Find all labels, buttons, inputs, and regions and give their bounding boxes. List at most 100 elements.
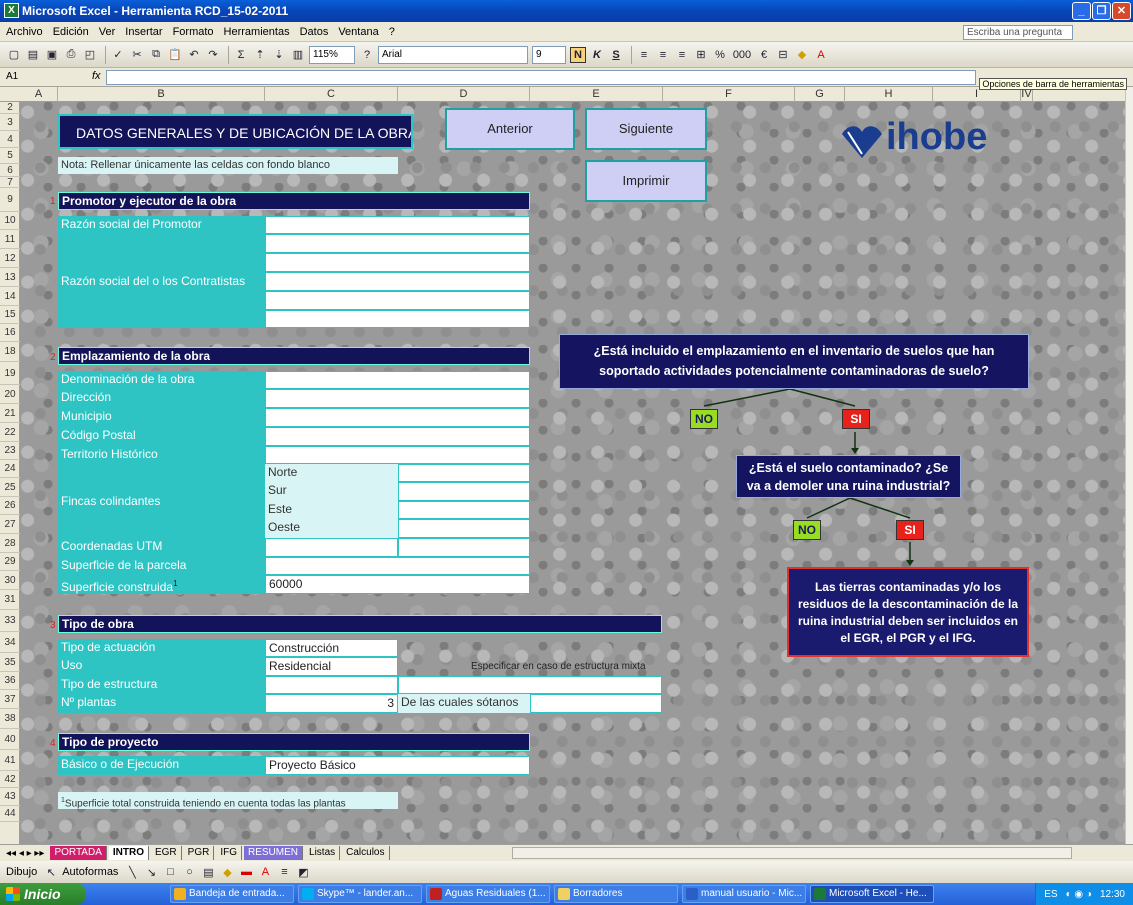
tab-ifg[interactable]: IFG	[216, 846, 242, 860]
row-header[interactable]: 5	[0, 148, 20, 164]
tab-portada[interactable]: PORTADA	[50, 846, 107, 860]
row-header[interactable]: 35	[0, 653, 20, 672]
tab-nav-icon[interactable]: ◂◂ ◂ ▸ ▸▸	[0, 848, 50, 859]
row-header[interactable]: 9	[0, 188, 20, 212]
copy-icon[interactable]: ⧉	[148, 47, 164, 63]
save-icon[interactable]: ▣	[44, 47, 60, 63]
row-header[interactable]: 23	[0, 442, 20, 460]
print-icon[interactable]: ⎙	[63, 47, 79, 63]
row-header[interactable]: 18	[0, 342, 20, 362]
shadow-icon[interactable]: ◩	[295, 864, 311, 880]
tab-pgr[interactable]: PGR	[184, 846, 215, 860]
sort-desc-icon[interactable]: ⇣	[271, 47, 287, 63]
tab-calculos[interactable]: Calculos	[342, 846, 390, 860]
euro-button[interactable]: €	[756, 47, 772, 63]
row-header[interactable]: 11	[0, 230, 20, 249]
column-header[interactable]: G	[795, 87, 845, 102]
fill-color-icon[interactable]: ◆	[794, 47, 810, 63]
cut-icon[interactable]: ✂	[129, 47, 145, 63]
column-header[interactable]: D	[398, 87, 530, 102]
autoformas-menu[interactable]: Autoformas	[62, 866, 118, 878]
menu-ver[interactable]: Ver	[99, 26, 116, 38]
column-header[interactable]: C	[265, 87, 398, 102]
row-header[interactable]: 4	[0, 131, 20, 148]
worksheet[interactable]: DATOS GENERALES Y DE UBICACIÓN DE LA OBR…	[20, 102, 1125, 844]
tray-icons[interactable]: ◐ ◉ ◑	[1066, 889, 1092, 900]
language-indicator[interactable]: ES	[1044, 889, 1057, 900]
select-pointer-icon[interactable]: ↖	[43, 864, 59, 880]
row-header[interactable]: 16	[0, 324, 20, 342]
row-header[interactable]: 10	[0, 212, 20, 230]
minimize-button[interactable]: _	[1072, 2, 1091, 20]
font-color-icon[interactable]: A	[813, 47, 829, 63]
oval-icon[interactable]: ○	[181, 864, 197, 880]
textbox-icon[interactable]: ▤	[200, 864, 216, 880]
column-header[interactable]: B	[58, 87, 265, 102]
task-bandeja[interactable]: Bandeja de entrada...	[170, 885, 294, 903]
tab-egr[interactable]: EGR	[151, 846, 182, 860]
underline-button[interactable]: S	[608, 47, 624, 63]
function-icon[interactable]: fx	[92, 70, 101, 82]
spellcheck-icon[interactable]: ✓	[110, 47, 126, 63]
row-header[interactable]: 34	[0, 632, 20, 653]
row-header[interactable]: 42	[0, 771, 20, 788]
row-header[interactable]: 38	[0, 709, 20, 729]
autosum-icon[interactable]: Σ	[233, 47, 249, 63]
tab-intro[interactable]: INTRO	[108, 846, 149, 860]
column-header[interactable]: A	[20, 87, 58, 102]
menu-formato[interactable]: Formato	[173, 26, 214, 38]
tab-listas[interactable]: Listas	[305, 846, 341, 860]
fill-color-icon[interactable]: ◆	[219, 864, 235, 880]
maximize-button[interactable]: ❐	[1092, 2, 1111, 20]
align-left-icon[interactable]: ≡	[636, 47, 652, 63]
cell-reference[interactable]: A1	[6, 71, 18, 82]
row-header[interactable]: 43	[0, 788, 20, 806]
ask-question-input[interactable]: Escriba una pregunta	[963, 25, 1073, 40]
task-skype[interactable]: Skype™ - lander.an...	[298, 885, 422, 903]
font-size-select[interactable]: 9	[532, 45, 566, 64]
row-header[interactable]: 33	[0, 610, 20, 632]
row-header[interactable]: 15	[0, 306, 20, 324]
row-header[interactable]: 14	[0, 287, 20, 306]
undo-icon[interactable]: ↶	[186, 47, 202, 63]
column-header[interactable]: F	[663, 87, 795, 102]
preview-icon[interactable]: ◰	[82, 47, 98, 63]
new-file-icon[interactable]: ▢	[6, 47, 22, 63]
row-header[interactable]: 12	[0, 249, 20, 268]
align-right-icon[interactable]: ≡	[674, 47, 690, 63]
formula-input[interactable]	[106, 70, 976, 85]
menu-edicion[interactable]: Edición	[53, 26, 89, 38]
row-header[interactable]: 25	[0, 478, 20, 497]
line-color-icon[interactable]: ▬	[238, 864, 254, 880]
sort-asc-icon[interactable]: ⇡	[252, 47, 268, 63]
row-header[interactable]: 24	[0, 460, 20, 478]
task-manual[interactable]: manual usuario - Mic...	[682, 885, 806, 903]
row-header[interactable]: 36	[0, 672, 20, 690]
row-header[interactable]: 7	[0, 177, 20, 188]
rectangle-icon[interactable]: □	[162, 864, 178, 880]
merge-center-icon[interactable]: ⊞	[693, 47, 709, 63]
redo-icon[interactable]: ↷	[205, 47, 221, 63]
task-aguas[interactable]: Aguas Residuales (1...	[426, 885, 550, 903]
percent-button[interactable]: %	[712, 47, 728, 63]
row-header[interactable]: 40	[0, 729, 20, 750]
menu-insertar[interactable]: Insertar	[125, 26, 162, 38]
row-header[interactable]: 19	[0, 362, 20, 385]
open-folder-icon[interactable]: ▤	[25, 47, 41, 63]
font-select[interactable]: Arial	[378, 45, 528, 64]
dibujo-menu[interactable]: Dibujo	[6, 866, 37, 878]
row-header[interactable]: 6	[0, 164, 20, 177]
start-button[interactable]: Inicio	[0, 883, 86, 905]
italic-button[interactable]: K	[589, 47, 605, 63]
row-header[interactable]: 27	[0, 515, 20, 534]
borders-icon[interactable]: ⊟	[775, 47, 791, 63]
menu-datos[interactable]: Datos	[300, 26, 329, 38]
row-header[interactable]: 2	[0, 102, 20, 114]
task-excel[interactable]: Microsoft Excel - He...	[810, 885, 934, 903]
row-header[interactable]: 31	[0, 590, 20, 610]
tab-resumen[interactable]: RESUMEN	[244, 846, 304, 860]
menu-archivo[interactable]: Archivo	[6, 26, 43, 38]
column-header[interactable]: E	[530, 87, 663, 102]
row-header[interactable]: 37	[0, 690, 20, 709]
row-header[interactable]: 41	[0, 750, 20, 771]
